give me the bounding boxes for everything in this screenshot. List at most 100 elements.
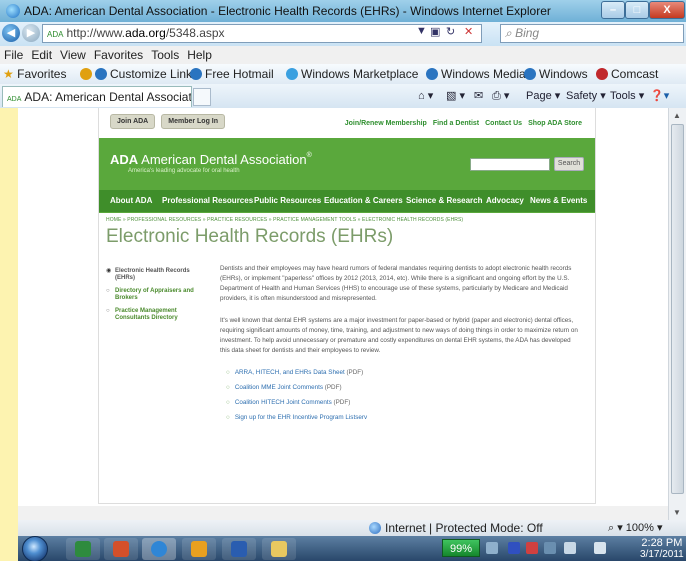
new-tab-button[interactable] <box>193 88 211 106</box>
menu-edit[interactable]: Edit <box>27 46 56 62</box>
fav-customize-links[interactable]: Customize Links <box>80 67 198 81</box>
volume-icon[interactable] <box>594 542 606 554</box>
help-icon[interactable]: ❓▾ <box>650 89 669 102</box>
tools-menu[interactable]: Tools ▾ <box>610 89 644 102</box>
nav-news-events[interactable]: News & Events <box>530 196 587 205</box>
fav-windows-marketplace[interactable]: Windows Marketplace <box>286 67 418 81</box>
sidebar-item-ehrs[interactable]: ◉ Electronic Health Records (EHRs) <box>106 268 206 282</box>
scroll-up-icon[interactable]: ▲ <box>673 111 681 120</box>
nav-professional-resources[interactable]: Professional Resources <box>162 196 253 205</box>
nav-science-research[interactable]: Science & Research <box>406 196 483 205</box>
feeds-icon[interactable]: ▧ ▾ <box>446 89 465 102</box>
vertical-scrollbar[interactable]: ▲ ▼ <box>668 108 686 520</box>
zoom-control[interactable]: ⌕ ▾ 100% ▾ <box>608 521 663 535</box>
folder-icon <box>271 541 287 557</box>
link-coalition-hitech[interactable]: ○ Coalition HITECH Joint Comments (PDF) <box>226 398 580 408</box>
start-button[interactable] <box>22 536 48 561</box>
link-shop-ada[interactable]: Shop ADA Store <box>528 120 582 127</box>
link-contact-us[interactable]: Contact Us <box>485 120 522 127</box>
tray-sync-icon[interactable] <box>544 542 556 554</box>
link-coalition-mme[interactable]: ○ Coalition MME Joint Comments (PDF) <box>226 383 580 393</box>
horizontal-scrollbar[interactable] <box>18 506 668 520</box>
clock-date: 3/17/2011 <box>640 549 684 560</box>
ada-logo[interactable]: ADA American Dental Association® <box>110 152 312 167</box>
taskbar-word[interactable] <box>222 538 256 560</box>
favorites-button[interactable]: ★ Favorites <box>3 67 66 81</box>
battery-indicator[interactable]: 99% <box>442 539 480 557</box>
ie-page-icon <box>190 68 202 80</box>
read-mail-icon[interactable]: ✉ <box>474 89 483 102</box>
breadcrumb[interactable]: HOME » PROFESSIONAL RESOURCES » PRACTICE… <box>106 217 463 223</box>
member-buttons: Join ADA Member Log In <box>110 114 231 129</box>
print-icon[interactable]: ⎙ ▾ <box>492 89 509 103</box>
safety-menu[interactable]: Safety ▾ <box>566 89 606 102</box>
menu-favorites[interactable]: Favorites <box>90 46 147 62</box>
tab-bar: ADA ADA: American Dental Associat... ⌂ ▾ … <box>0 84 686 108</box>
home-icon[interactable]: ⌂ ▾ <box>418 89 433 102</box>
fav-windows[interactable]: Windows <box>524 67 588 81</box>
network-icon[interactable] <box>486 542 498 554</box>
url-domain: ada.org <box>125 26 166 40</box>
link-ehr-listserv[interactable]: ○ Sign up for the EHR Incentive Program L… <box>226 413 580 423</box>
menu-view[interactable]: View <box>56 46 90 62</box>
site-favicon-icon: ADA <box>7 96 22 103</box>
circle-bullet-icon: ○ <box>226 369 230 376</box>
menu-help[interactable]: Help <box>183 46 216 62</box>
investment-paragraph: It's well known that dental EHR systems … <box>220 317 578 354</box>
site-search-input[interactable] <box>470 158 550 171</box>
sidebar-item-appraisers[interactable]: ○ Directory of Appraisers and Brokers <box>106 288 206 302</box>
tray-app-icon[interactable] <box>508 542 520 554</box>
refresh-icon[interactable]: ↻ <box>446 25 455 38</box>
url-prefix: http://www. <box>66 26 126 40</box>
taskbar-powerpoint[interactable] <box>104 538 138 560</box>
join-ada-button[interactable]: Join ADA <box>110 114 156 129</box>
window-titlebar[interactable]: ADA: American Dental Association - Elect… <box>0 0 686 22</box>
taskbar-outlook[interactable] <box>182 538 216 560</box>
stop-icon[interactable]: ✕ <box>464 25 473 38</box>
forward-button[interactable]: ▶ <box>22 24 40 42</box>
nav-public-resources[interactable]: Public Resources <box>254 196 321 205</box>
fav-comcast[interactable]: Comcast <box>596 67 658 81</box>
page-menu[interactable]: Page ▾ <box>526 89 560 102</box>
minimize-button[interactable]: – <box>601 1 625 19</box>
tab-ada[interactable]: ADA ADA: American Dental Associat... <box>2 86 192 107</box>
security-zone[interactable]: Internet | Protected Mode: Off <box>385 521 543 535</box>
compatibility-view-icon[interactable]: ▣ <box>430 25 440 38</box>
member-login-button[interactable]: Member Log In <box>161 114 226 129</box>
page-viewport[interactable]: ADA American Dental Association® America'… <box>18 108 668 520</box>
site-header: ADA American Dental Association® America'… <box>18 138 668 213</box>
nav-about-ada[interactable]: About ADA <box>110 196 152 205</box>
clock-time: 2:28 PM <box>641 537 683 549</box>
scroll-down-icon[interactable]: ▼ <box>673 508 681 517</box>
link-arra-hitech-data-sheet[interactable]: ○ ARRA, HITECH, and EHRs Data Sheet (PDF) <box>226 368 580 378</box>
scroll-thumb[interactable] <box>671 124 684 494</box>
tray-alert-icon[interactable] <box>526 542 538 554</box>
ie-page-icon <box>426 68 438 80</box>
site-search-button[interactable]: Search <box>554 157 584 171</box>
wireless-signal-icon[interactable] <box>564 542 576 554</box>
nav-advocacy[interactable]: Advocacy <box>486 196 524 205</box>
search-input[interactable]: ⌕ Bing <box>500 24 684 43</box>
maximize-button[interactable]: □ <box>625 1 649 19</box>
nav-education-careers[interactable]: Education & Careers <box>324 196 403 205</box>
fav-free-hotmail[interactable]: Free Hotmail <box>190 67 274 81</box>
main-nav: About ADA Professional Resources Public … <box>98 190 596 212</box>
page-title: Electronic Health Records (EHRs) <box>106 226 394 247</box>
sidebar-item-consultants[interactable]: ○ Practice Management Consultants Directo… <box>106 308 206 322</box>
link-join-renew[interactable]: Join/Renew Membership <box>345 120 427 127</box>
close-button[interactable]: X <box>649 1 685 19</box>
taskbar-internet-explorer[interactable] <box>142 538 176 560</box>
ie-page-icon <box>524 68 536 80</box>
taskbar-explorer[interactable] <box>262 538 296 560</box>
star-icon: ★ <box>3 67 14 81</box>
excel-icon <box>75 541 91 557</box>
taskbar-excel[interactable] <box>66 538 100 560</box>
address-dropdown-icon[interactable]: ▼ <box>416 25 427 37</box>
address-bar: ◀ ▶ ADA http://www.ada.org/5348.aspx ▼ ▣ … <box>0 22 686 46</box>
link-find-dentist[interactable]: Find a Dentist <box>433 120 479 127</box>
menu-tools[interactable]: Tools <box>147 46 183 62</box>
fav-windows-media[interactable]: Windows Media <box>426 67 526 81</box>
system-clock[interactable]: 2:28 PM 3/17/2011 <box>640 537 684 561</box>
back-button[interactable]: ◀ <box>2 24 20 42</box>
menu-file[interactable]: File <box>0 46 27 62</box>
